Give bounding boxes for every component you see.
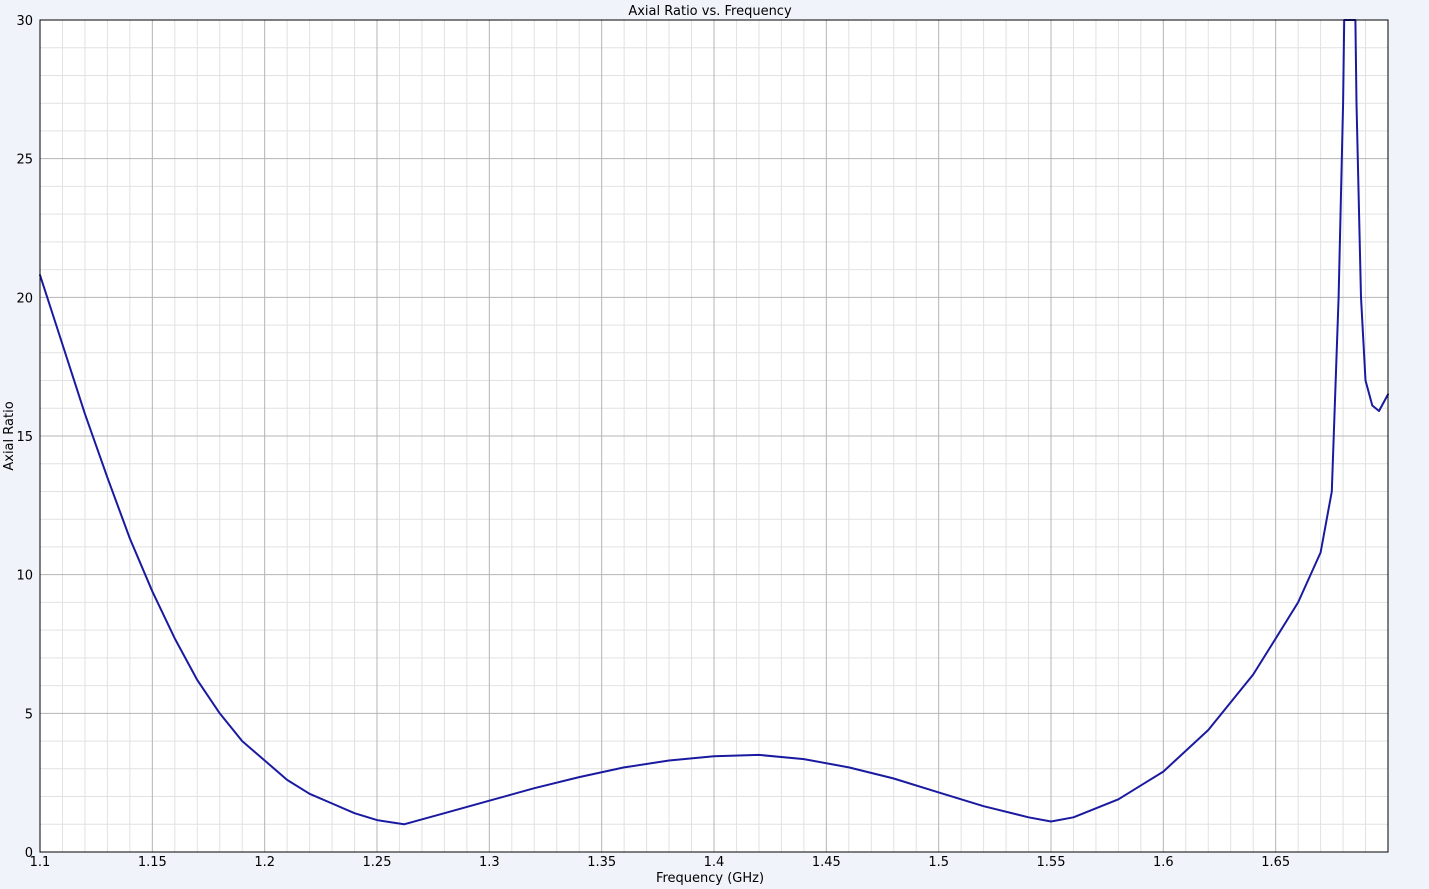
y-tick-label: 0 xyxy=(25,846,33,861)
x-tick-label: 1.65 xyxy=(1261,855,1290,870)
x-tick-label: 1.35 xyxy=(587,855,616,870)
y-tick-label: 20 xyxy=(16,291,33,306)
x-tick-label: 1.6 xyxy=(1153,855,1174,870)
y-tick-label: 25 xyxy=(16,153,33,168)
x-tick-label: 1.4 xyxy=(704,855,725,870)
chart-title: Axial Ratio vs. Frequency xyxy=(628,4,792,19)
x-tick-label: 1.25 xyxy=(363,855,392,870)
x-tick-label: 1.15 xyxy=(138,855,167,870)
x-tick-label: 1.55 xyxy=(1037,855,1066,870)
x-axis-label: Frequency (GHz) xyxy=(656,871,764,886)
x-tick-label: 1.3 xyxy=(479,855,500,870)
y-tick-label: 30 xyxy=(16,14,33,29)
y-tick-labels: 0 5 10 15 20 25 30 xyxy=(16,14,33,861)
y-axis-label: Axial Ratio xyxy=(2,401,17,470)
y-tick-label: 15 xyxy=(16,430,33,445)
chart-canvas: 1.1 1.15 1.2 1.25 1.3 1.35 1.4 1.45 1.5 1.55 1.6 1.… xyxy=(2,4,1389,886)
y-tick-label: 10 xyxy=(16,569,33,584)
x-tick-label: 1.45 xyxy=(812,855,841,870)
x-tick-labels: 1.1 1.15 1.2 1.25 1.3 1.35 1.4 1.45 1.5 1.55 1.6 1.… xyxy=(30,855,1290,870)
x-tick-label: 1.5 xyxy=(928,855,949,870)
x-tick-label: 1.2 xyxy=(254,855,275,870)
axial-ratio-chart: 1.1 1.15 1.2 1.25 1.3 1.35 1.4 1.45 1.5 1.55 1.6 1.… xyxy=(0,0,1429,889)
y-tick-label: 5 xyxy=(25,707,33,722)
